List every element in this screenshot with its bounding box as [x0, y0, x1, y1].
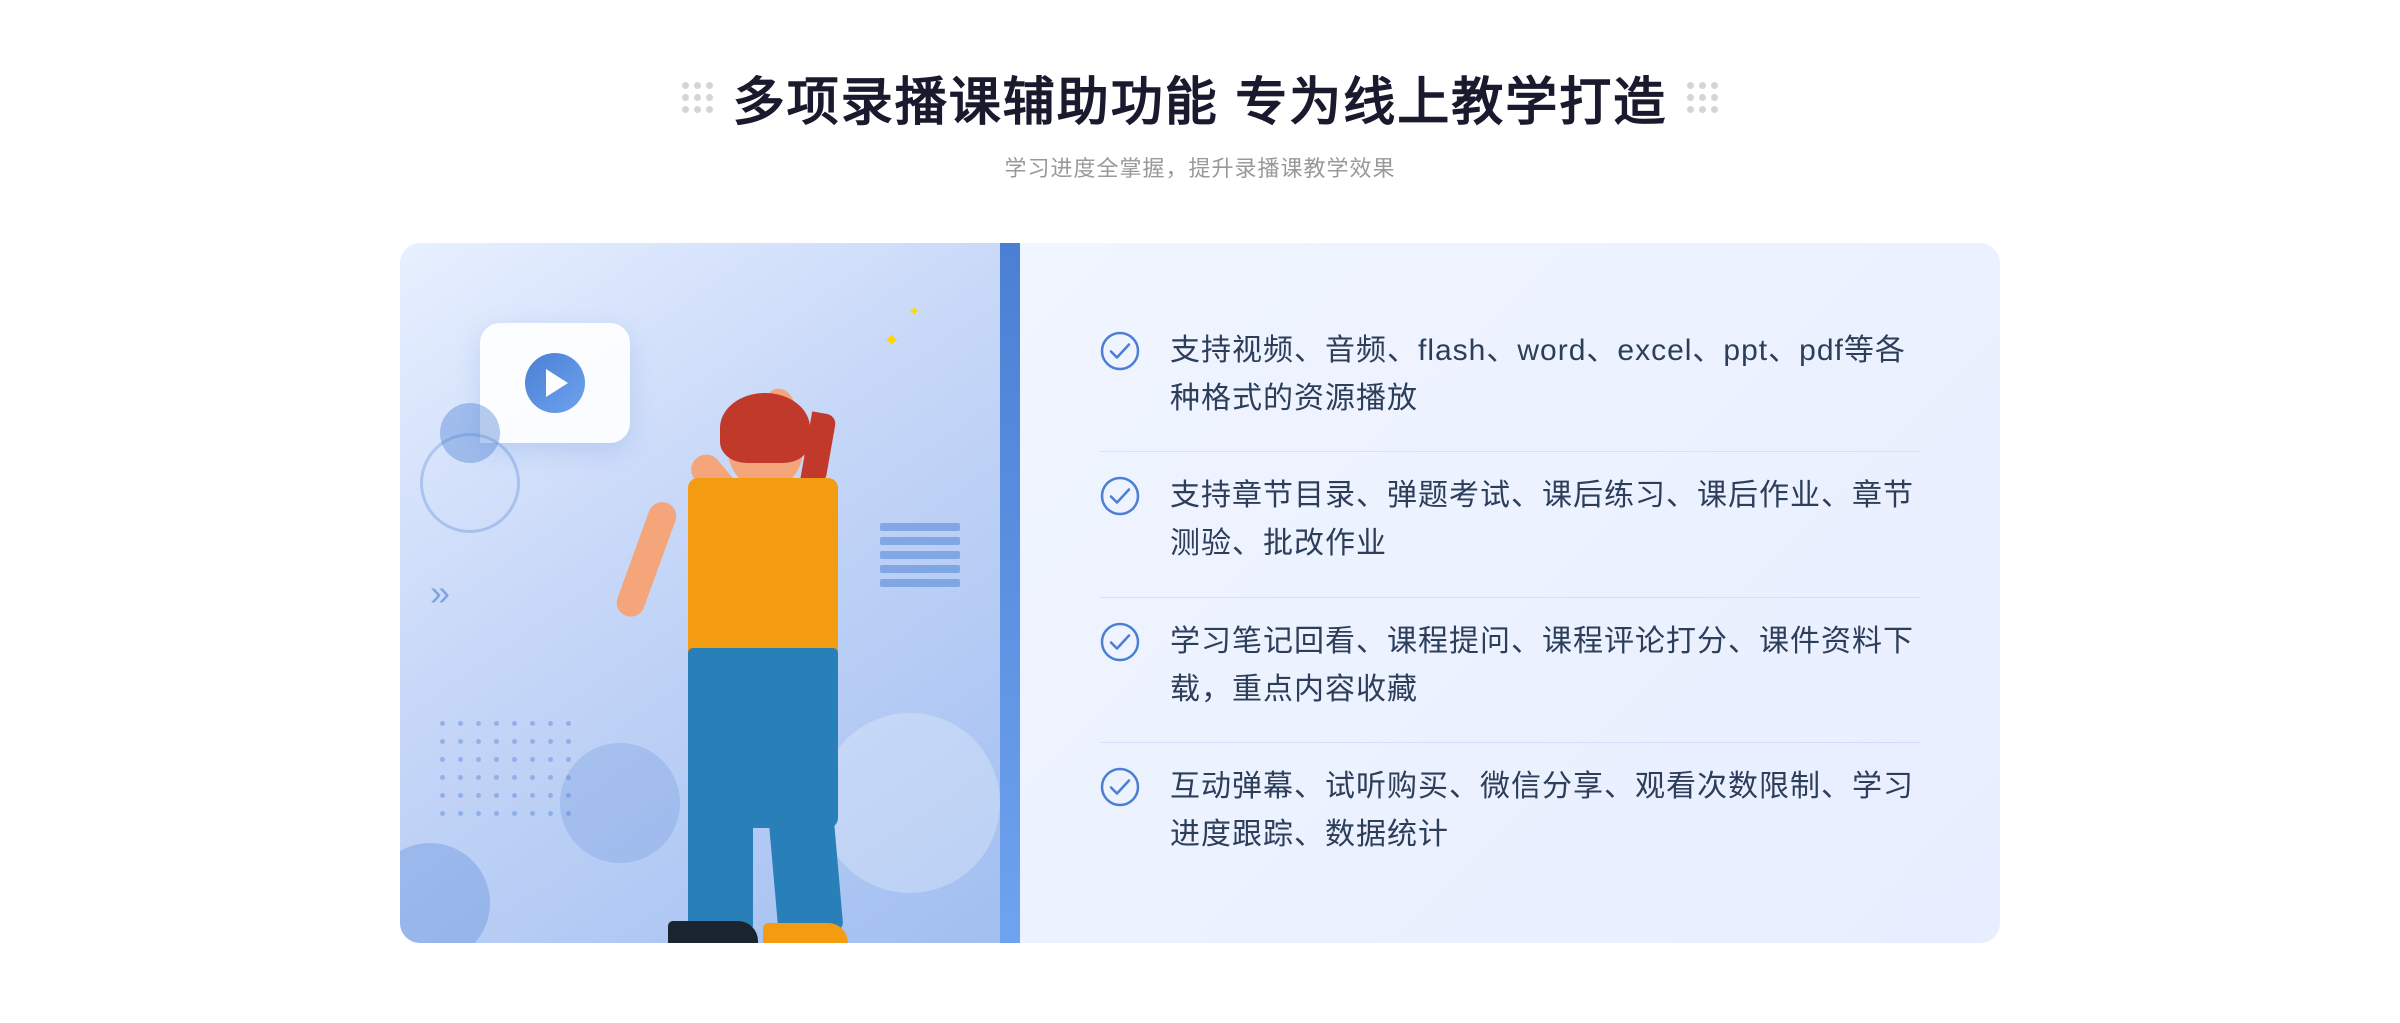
title-row: 多项录播课辅助功能 专为线上教学打造: [682, 60, 1718, 135]
page-title: 多项录播课辅助功能 专为线上教学打造: [733, 60, 1667, 135]
figure-illustration: [558, 363, 938, 943]
chevrons-decoration: »: [430, 572, 450, 614]
check-icon-4: [1100, 767, 1140, 807]
medium-blue-circle: [420, 433, 520, 533]
feature-item-3: 学习笔记回看、课程提问、课程评论打分、课件资料下载，重点内容收藏: [1100, 597, 1920, 734]
star-decoration: ✦: [883, 328, 900, 353]
feature-text-4: 互动弹幕、试听购买、微信分享、观看次数限制、学习进度跟踪、数据统计: [1170, 763, 1920, 859]
feature-item-1: 支持视频、音频、flash、word、excel、ppt、pdf等各种格式的资源…: [1100, 307, 1920, 443]
features-panel: 支持视频、音频、flash、word、excel、ppt、pdf等各种格式的资源…: [1020, 243, 2000, 943]
feature-item-2: 支持章节目录、弹题考试、课后练习、课后作业、章节测验、批改作业: [1100, 451, 1920, 588]
shoe-right: [763, 923, 848, 943]
header-section: 多项录播课辅助功能 专为线上教学打造 学习进度全掌握，提升录播课教学效果: [0, 60, 2400, 183]
title-dots-left-decoration: [682, 82, 713, 113]
page-subtitle: 学习进度全掌握，提升录播课教学效果: [1004, 151, 1395, 183]
leg-right: [767, 800, 843, 935]
torso: [688, 478, 838, 658]
content-area: » ✦ ✦: [400, 243, 2000, 943]
feature-text-1: 支持视频、音频、flash、word、excel、ppt、pdf等各种格式的资源…: [1170, 327, 1920, 423]
blue-circle-bottom: [400, 843, 490, 943]
check-icon-1: [1100, 331, 1140, 371]
page-container: 多项录播课辅助功能 专为线上教学打造 学习进度全掌握，提升录播课教学效果 »: [0, 0, 2400, 1023]
shoe-left: [668, 921, 758, 943]
feature-text-3: 学习笔记回看、课程提问、课程评论打分、课件资料下载，重点内容收藏: [1170, 618, 1920, 714]
feature-item-4: 互动弹幕、试听购买、微信分享、观看次数限制、学习进度跟踪、数据统计: [1100, 742, 1920, 879]
check-icon-2: [1100, 476, 1140, 516]
hair: [720, 393, 810, 463]
check-icon-3: [1100, 622, 1140, 662]
arm-left: [613, 498, 680, 620]
feature-text-2: 支持章节目录、弹题考试、课后练习、课后作业、章节测验、批改作业: [1170, 472, 1920, 568]
person-figure: [558, 363, 938, 943]
star-decoration-small: ✦: [908, 303, 920, 320]
leg-left: [688, 803, 753, 933]
blue-bar-decoration: [1000, 243, 1020, 943]
title-dots-right-decoration: [1687, 82, 1718, 113]
illustration-area: ✦ ✦ »: [400, 243, 1020, 943]
